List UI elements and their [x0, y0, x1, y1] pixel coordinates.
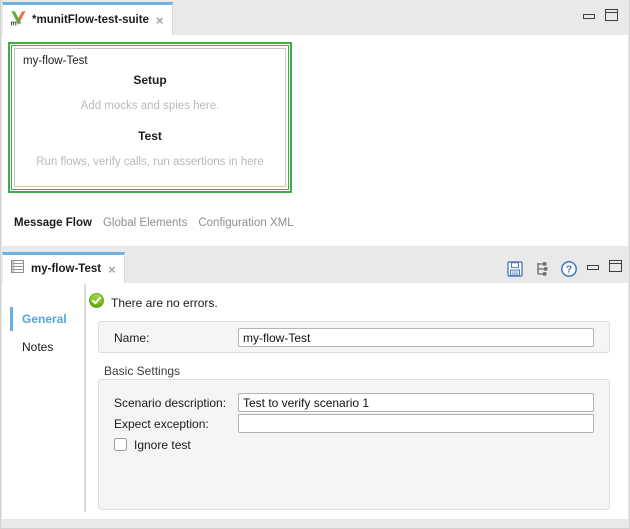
test-scope-label: Test — [138, 129, 162, 143]
name-group: Name: — [98, 321, 610, 353]
active-section-indicator — [10, 307, 13, 331]
ignore-test-checkbox[interactable] — [114, 438, 127, 451]
flow-title: my-flow-Test — [23, 55, 88, 67]
tab-title: my-flow-Test — [31, 263, 102, 275]
name-label: Name: — [114, 331, 150, 345]
tab-my-flow-test[interactable]: my-flow-Test × — [2, 252, 125, 283]
view-tab-configuration-xml[interactable]: Configuration XML — [198, 217, 293, 229]
basic-settings-title: Basic Settings — [104, 364, 181, 378]
view-tab-global-elements[interactable]: Global Elements — [103, 217, 187, 229]
scenario-description-input[interactable] — [238, 393, 594, 412]
test-flow-container[interactable]: my-flow-Test Setup Add mocks and spies h… — [14, 48, 286, 187]
tab-title: *munitFlow-test-suite — [32, 14, 149, 26]
close-icon[interactable]: × — [156, 14, 164, 27]
name-input[interactable] — [238, 328, 594, 347]
scenario-description-label: Scenario description: — [114, 396, 227, 410]
munit-editor-window: m *munitFlow-test-suite × my-flow-Test S… — [0, 0, 630, 529]
tree-view-icon[interactable] — [532, 259, 551, 278]
view-tab-message-flow[interactable]: Message Flow — [14, 217, 92, 229]
form-editor-icon — [10, 259, 26, 279]
help-icon[interactable]: ? — [559, 259, 578, 278]
maximize-icon[interactable] — [605, 9, 618, 21]
maximize-icon[interactable] — [609, 260, 622, 272]
tab-munitflow-test-suite[interactable]: m *munitFlow-test-suite × — [2, 2, 173, 35]
minimize-icon[interactable] — [587, 265, 599, 270]
validation-status: There are no errors. — [89, 293, 218, 313]
save-icon[interactable] — [505, 259, 524, 278]
sidebar-item-notes[interactable]: Notes — [22, 340, 53, 354]
sidebar-divider — [84, 284, 86, 512]
check-icon — [89, 293, 104, 313]
setup-scope-hint: Add mocks and spies here. — [80, 100, 220, 112]
svg-text:m: m — [11, 20, 17, 26]
test-scope-hint: Run flows, verify calls, run assertions … — [36, 156, 264, 168]
setup-scope-label: Setup — [133, 73, 167, 87]
properties-panel: General Notes There are no errors. Name: — [2, 283, 628, 519]
close-icon[interactable]: × — [108, 263, 116, 276]
status-message: There are no errors. — [111, 296, 218, 310]
basic-settings-group: Scenario description: Expect exception: … — [98, 379, 610, 510]
flow-editor-tabbar: m *munitFlow-test-suite × — [2, 0, 628, 35]
svg-text:?: ? — [565, 263, 571, 275]
editor-view-tabs: Message Flow Global Elements Configurati… — [14, 217, 294, 229]
ignore-test-label: Ignore test — [134, 438, 191, 452]
sidebar-item-general[interactable]: General — [22, 312, 67, 326]
minimize-icon[interactable] — [583, 14, 595, 19]
expect-exception-input[interactable] — [238, 414, 594, 433]
message-flow-canvas: my-flow-Test Setup Add mocks and spies h… — [2, 35, 628, 246]
expect-exception-label: Expect exception: — [114, 417, 209, 431]
munit-suite-icon: m — [10, 10, 27, 31]
properties-toolbar: ? — [505, 259, 578, 278]
test-flow-selection[interactable]: my-flow-Test Setup Add mocks and spies h… — [8, 42, 292, 193]
